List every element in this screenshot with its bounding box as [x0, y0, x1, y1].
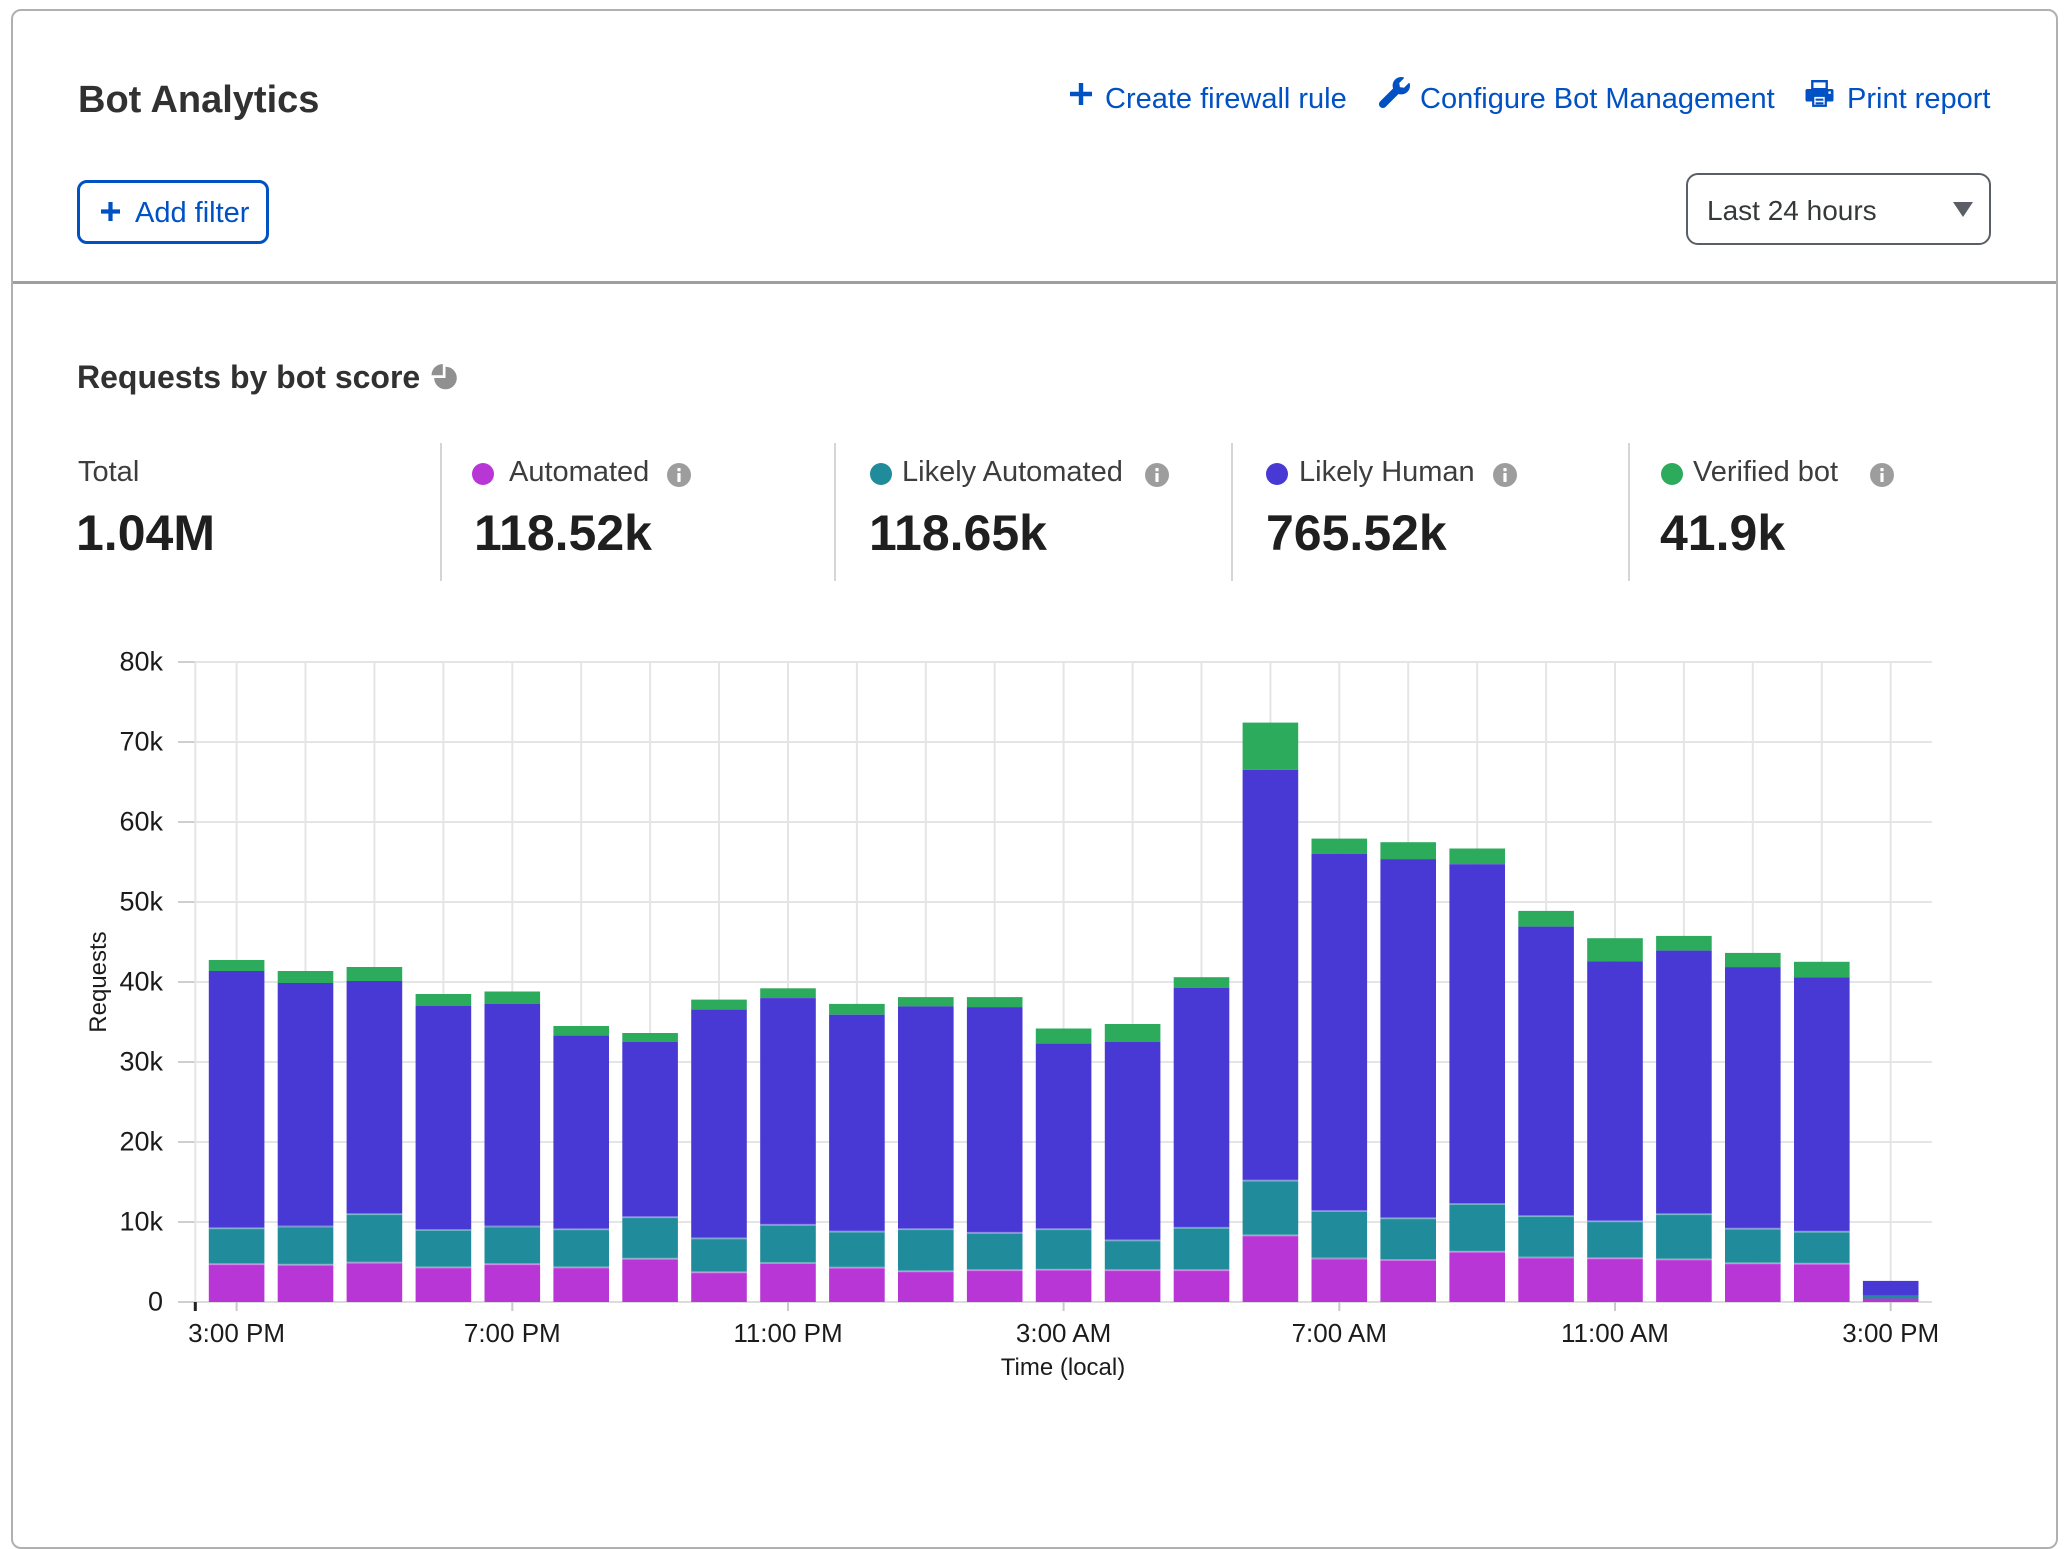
- svg-text:80k: 80k: [119, 647, 163, 677]
- svg-text:3:00 AM: 3:00 AM: [1016, 1318, 1111, 1348]
- svg-text:30k: 30k: [119, 1047, 163, 1077]
- svg-text:Requests: Requests: [85, 931, 112, 1032]
- svg-text:3:00 PM: 3:00 PM: [188, 1318, 285, 1348]
- svg-text:Time (local): Time (local): [1001, 1354, 1125, 1381]
- svg-text:7:00 PM: 7:00 PM: [464, 1318, 561, 1348]
- svg-text:7:00 AM: 7:00 AM: [1292, 1318, 1387, 1348]
- svg-text:40k: 40k: [119, 967, 163, 997]
- svg-text:70k: 70k: [119, 727, 163, 757]
- svg-text:50k: 50k: [119, 887, 163, 917]
- svg-text:3:00 PM: 3:00 PM: [1842, 1318, 1939, 1348]
- svg-text:10k: 10k: [119, 1207, 163, 1237]
- svg-text:20k: 20k: [119, 1127, 163, 1157]
- svg-text:11:00 AM: 11:00 AM: [1561, 1318, 1669, 1348]
- svg-text:0: 0: [148, 1287, 163, 1317]
- svg-text:11:00 PM: 11:00 PM: [733, 1318, 842, 1348]
- svg-text:60k: 60k: [119, 807, 163, 837]
